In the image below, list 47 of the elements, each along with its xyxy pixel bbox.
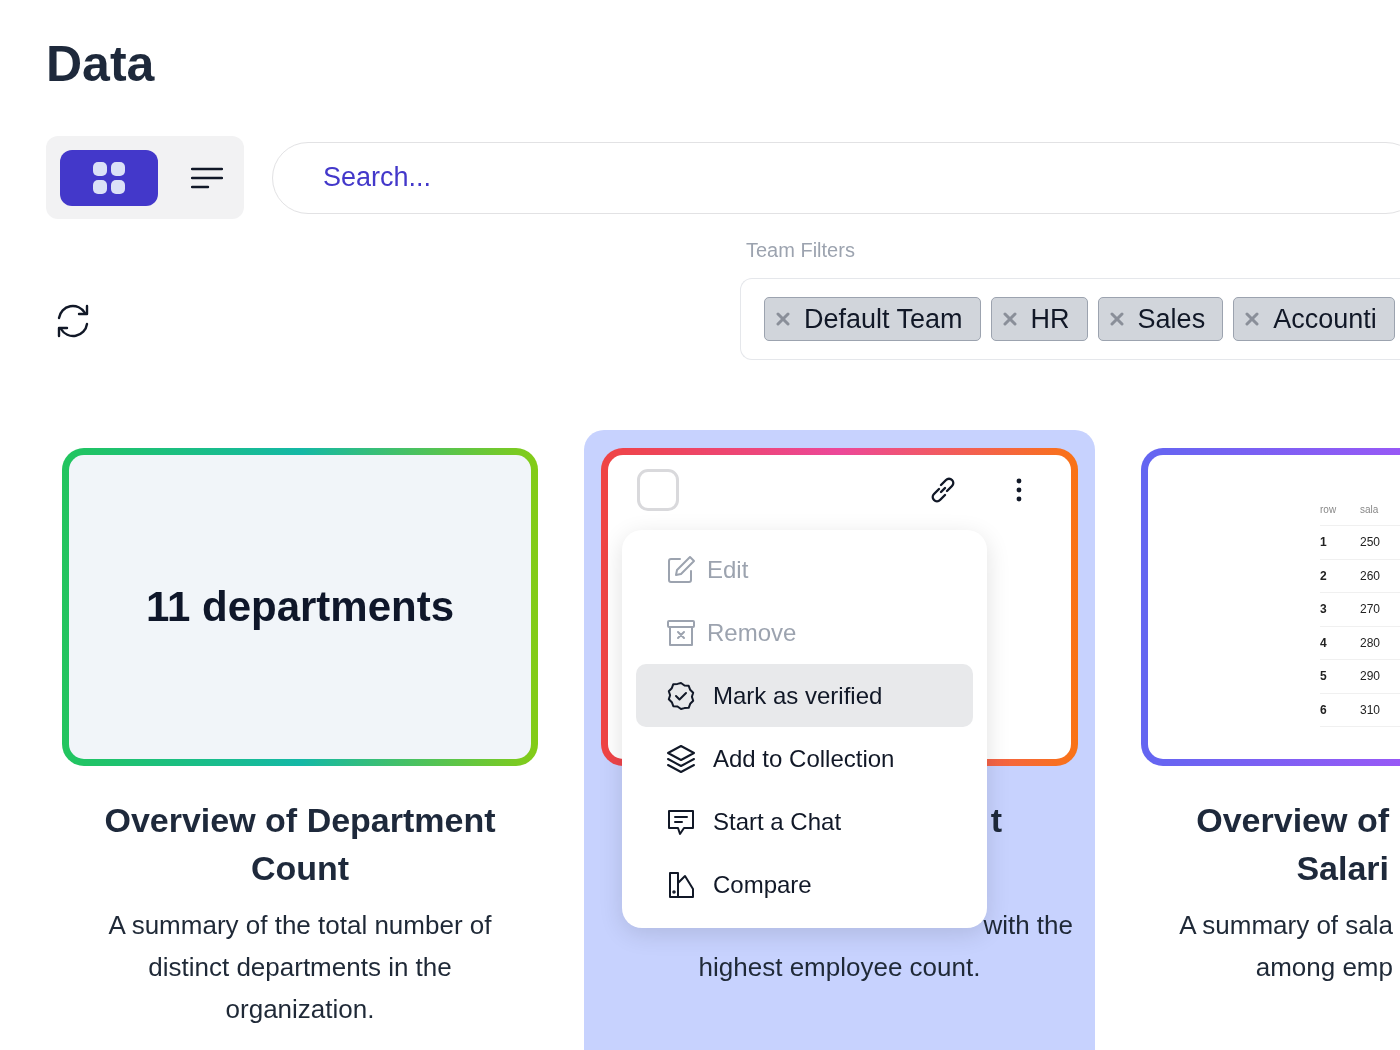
card-title: t xyxy=(990,800,1002,841)
table-cell-text: 270 xyxy=(1360,602,1382,617)
grid-icon xyxy=(92,160,126,195)
card-description: highest employee count. xyxy=(698,951,981,984)
table-cell-text: 280 xyxy=(1360,635,1382,650)
table-cell-text: 2 xyxy=(1320,568,1328,583)
pencil-icon xyxy=(665,553,697,586)
filter-label: Team Filters xyxy=(746,239,855,262)
menu-item[interactable]: Compare xyxy=(636,853,973,916)
table-cell-text: 4 xyxy=(1320,635,1328,650)
table-cell-text: 6 xyxy=(1320,702,1328,717)
column-header: row xyxy=(1320,503,1338,515)
menu-item[interactable]: Add to Collection xyxy=(636,727,973,790)
more-options-icon[interactable] xyxy=(1016,478,1022,502)
badge-check-icon xyxy=(665,679,697,712)
team-chip[interactable]: Default Team xyxy=(764,297,981,341)
layers-icon xyxy=(665,742,697,775)
search-field[interactable]: Search... xyxy=(272,141,1400,214)
chip-label: Accounti xyxy=(1273,303,1377,335)
list-icon xyxy=(191,166,223,189)
menu-item[interactable]: Start a Chat xyxy=(636,790,973,853)
table-cell-text: 250 xyxy=(1360,535,1382,550)
column-header: sala xyxy=(1360,503,1380,515)
table-cell-text: 260 xyxy=(1360,568,1382,583)
select-checkbox[interactable] xyxy=(637,469,679,511)
table-cell-text: 5 xyxy=(1320,669,1328,684)
chip-label: HR xyxy=(1030,303,1070,335)
team-chip[interactable]: HR xyxy=(990,297,1088,341)
card[interactable]: 11 departments Overview of Department Count A summary of the total number of distinct departments in the organization. xyxy=(62,430,538,1030)
grid-view-button[interactable] xyxy=(60,149,158,206)
menu-item[interactable]: Mark as verified xyxy=(636,664,973,727)
card-description: A summary of the total number of distinct departments in the organization. xyxy=(107,909,493,1026)
page-title: Data xyxy=(46,35,155,94)
team-chip[interactable]: Sales xyxy=(1097,297,1224,341)
table-cell-text: 1 xyxy=(1320,535,1328,550)
table-cell-text: 310 xyxy=(1360,702,1382,717)
team-filter-field[interactable]: Default Team HR Sales Accounti xyxy=(740,278,1400,360)
chip-label: Sales xyxy=(1137,303,1206,335)
team-chip[interactable]: Accounti xyxy=(1233,297,1395,341)
chip-label: Default Team xyxy=(804,303,963,335)
card-title: Overview of Salari xyxy=(1195,800,1389,889)
stat-value: 11 departments xyxy=(145,583,455,631)
card-title: Overview of Department Count xyxy=(103,800,497,889)
table-cell-text: 3 xyxy=(1320,602,1328,617)
card-description: A summary of sala among emp xyxy=(1178,909,1393,984)
table-cell-text: 290 xyxy=(1360,669,1382,684)
card-description: with the xyxy=(983,909,1073,942)
